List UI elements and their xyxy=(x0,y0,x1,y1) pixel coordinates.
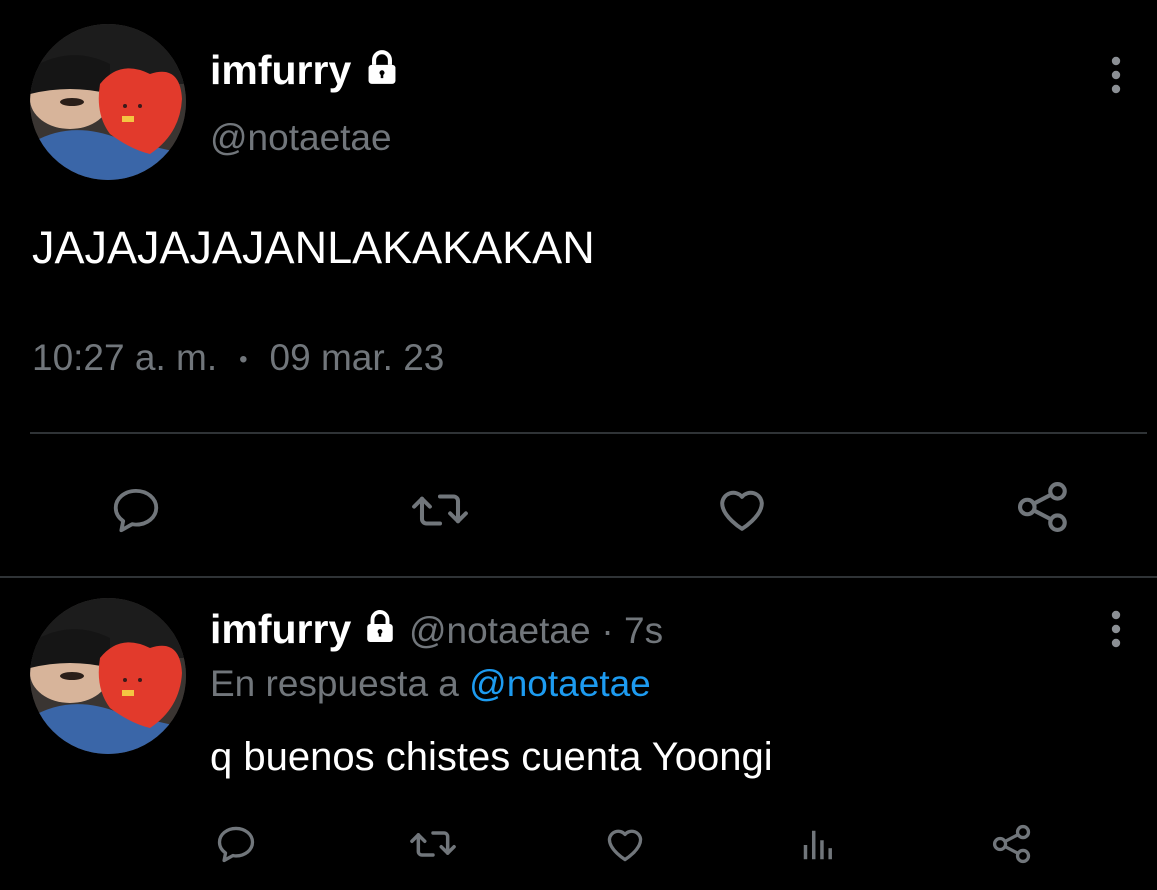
reply-mention-link[interactable]: @notaetae xyxy=(469,663,651,704)
reply-icon[interactable] xyxy=(106,480,166,540)
reply-header: imfurry @notaetae · 7s xyxy=(210,604,663,658)
reply-icon[interactable] xyxy=(212,820,260,868)
lock-icon xyxy=(362,608,398,658)
author-handle[interactable]: @notaetae xyxy=(210,114,392,162)
like-icon[interactable] xyxy=(710,478,774,540)
tweet-date: 09 mar. 23 xyxy=(269,337,445,378)
author-name[interactable]: imfurry xyxy=(210,44,401,99)
author-avatar[interactable] xyxy=(30,24,186,180)
lock-icon xyxy=(363,47,401,99)
reply-age: · 7s xyxy=(601,610,664,651)
reply-author-handle[interactable]: @notaetae xyxy=(409,610,591,651)
more-vertical-icon[interactable] xyxy=(1096,52,1136,98)
tweet-time: 10:27 a. m. xyxy=(32,337,218,378)
share-icon[interactable] xyxy=(1012,476,1074,538)
reply-prefix: En respuesta a xyxy=(210,663,459,704)
tweet-text: JAJAJAJAJANLAKAKAKAN xyxy=(32,222,595,273)
reply-author-name[interactable]: imfurry xyxy=(210,606,351,652)
retweet-icon[interactable] xyxy=(406,820,460,868)
reply-text: q buenos chistes cuenta Yoongi xyxy=(210,735,773,779)
reply-context: En respuesta a @notaetae xyxy=(210,660,651,708)
like-icon[interactable] xyxy=(600,820,650,868)
meta-separator: • xyxy=(239,346,248,374)
divider xyxy=(30,432,1147,434)
retweet-icon[interactable] xyxy=(408,480,472,540)
analytics-icon[interactable] xyxy=(796,822,840,868)
divider xyxy=(0,576,1157,578)
tweet-timestamp[interactable]: 10:27 a. m. • 09 mar. 23 xyxy=(32,334,444,384)
share-icon[interactable] xyxy=(988,820,1036,868)
reply-author-avatar[interactable] xyxy=(30,598,186,754)
more-vertical-icon[interactable] xyxy=(1096,606,1136,652)
